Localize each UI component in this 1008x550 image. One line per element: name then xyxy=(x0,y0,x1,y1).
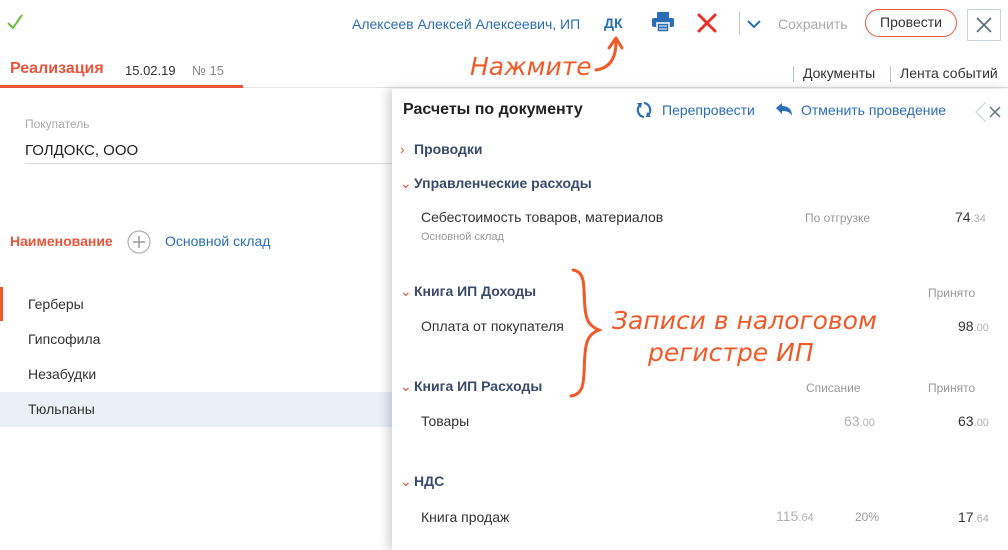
expenses-amount: 63.00 xyxy=(958,413,989,429)
print-icon[interactable] xyxy=(651,11,675,33)
cost-warehouse: Основной склад xyxy=(421,231,504,243)
list-item[interactable]: Гипсофила xyxy=(0,322,392,357)
cost-amount: 74.34 xyxy=(955,209,986,225)
repost-button[interactable]: Перепровести xyxy=(662,102,755,118)
item-name: Тюльпаны xyxy=(28,401,95,417)
undo-icon[interactable] xyxy=(775,102,793,118)
chevron-down-icon: ⌄ xyxy=(400,378,412,394)
expenses-col-writeoff: Списание xyxy=(806,381,861,395)
section-management-expenses[interactable]: ⌄ Управленческие расходы xyxy=(400,175,592,192)
annotation-click-here: Нажмите xyxy=(470,52,592,81)
vat-amount: 17.64 xyxy=(958,509,989,525)
customer-field[interactable]: ГОЛДОКС, ООО xyxy=(25,142,138,159)
income-amount: 98.00 xyxy=(958,318,989,334)
documents-link[interactable]: Документы xyxy=(803,65,875,81)
events-feed-link[interactable]: Лента событий xyxy=(900,65,998,81)
customer-field-underline xyxy=(25,163,395,164)
list-item[interactable]: Герберы xyxy=(0,287,392,322)
warehouse-link[interactable]: Основной склад xyxy=(165,233,270,249)
save-button[interactable]: Сохранить xyxy=(778,16,848,32)
document-date: 15.02.19 xyxy=(125,63,176,78)
section-vat[interactable]: ⌄ НДС xyxy=(400,473,444,490)
header-divider xyxy=(243,87,1008,88)
expenses-item: Товары xyxy=(421,413,470,429)
panel-close-icon[interactable] xyxy=(972,98,1004,126)
chevron-down-icon: ⌄ xyxy=(400,283,412,299)
annotation-arrow-icon xyxy=(594,36,624,72)
vat-base-amount: 115.64 xyxy=(776,508,814,524)
expenses-writeoff-amount: 63.00 xyxy=(844,413,875,429)
active-tab-underline xyxy=(0,85,243,88)
annotation-brace-icon xyxy=(569,268,604,398)
close-icon xyxy=(976,17,992,33)
section-postings[interactable]: › Проводки xyxy=(400,141,482,157)
close-button[interactable] xyxy=(967,9,1001,41)
list-item[interactable]: Тюльпаны xyxy=(0,392,392,427)
delete-icon[interactable] xyxy=(696,12,718,34)
annotation-tax-records: Записи в налоговом регистре ИП xyxy=(612,306,877,367)
chevron-down-icon: ⌄ xyxy=(400,175,412,191)
income-col-accepted: Принято xyxy=(928,286,976,300)
cost-method: По отгрузке xyxy=(805,211,871,225)
item-name: Гипсофила xyxy=(28,331,101,347)
toolbar-divider xyxy=(739,12,740,34)
document-number: № 15 xyxy=(192,63,225,78)
items-header: Наименование xyxy=(10,233,113,249)
chevron-down-icon[interactable] xyxy=(747,19,761,29)
vat-item: Книга продаж xyxy=(421,509,510,525)
top-toolbar: Алексеев Алексей Алексеевич, ИП ДК Сохра… xyxy=(0,0,1008,50)
section-income-book[interactable]: ⌄ Книга ИП Доходы xyxy=(400,283,536,300)
income-item: Оплата от покупателя xyxy=(421,318,564,334)
vat-rate: 20% xyxy=(855,510,880,524)
panel-title: Расчеты по документу xyxy=(403,101,583,118)
list-item[interactable]: Незабудки xyxy=(0,357,392,392)
cost-item: Себестоимость товаров, материалов xyxy=(421,209,664,225)
add-item-icon[interactable] xyxy=(126,229,152,255)
section-expenses-book[interactable]: ⌄ Книга ИП Расходы xyxy=(400,378,542,395)
expenses-col-accepted: Принято xyxy=(928,381,976,395)
cancel-posting-button[interactable]: Отменить проведение xyxy=(801,102,946,118)
document-title: Реализация xyxy=(10,60,104,77)
refresh-icon[interactable] xyxy=(635,101,653,119)
post-button[interactable]: Провести xyxy=(865,9,957,37)
link-divider xyxy=(890,66,891,82)
item-name: Незабудки xyxy=(28,366,97,382)
dk-button[interactable]: ДК xyxy=(604,15,623,31)
organization-link[interactable]: Алексеев Алексей Алексеевич, ИП xyxy=(352,16,580,32)
chevron-right-icon: › xyxy=(400,141,405,157)
item-name: Герберы xyxy=(28,296,84,312)
chevron-down-icon: ⌄ xyxy=(400,473,412,489)
link-divider xyxy=(793,66,794,82)
checkmark-icon xyxy=(7,14,23,30)
customer-label: Покупатель xyxy=(25,117,90,131)
